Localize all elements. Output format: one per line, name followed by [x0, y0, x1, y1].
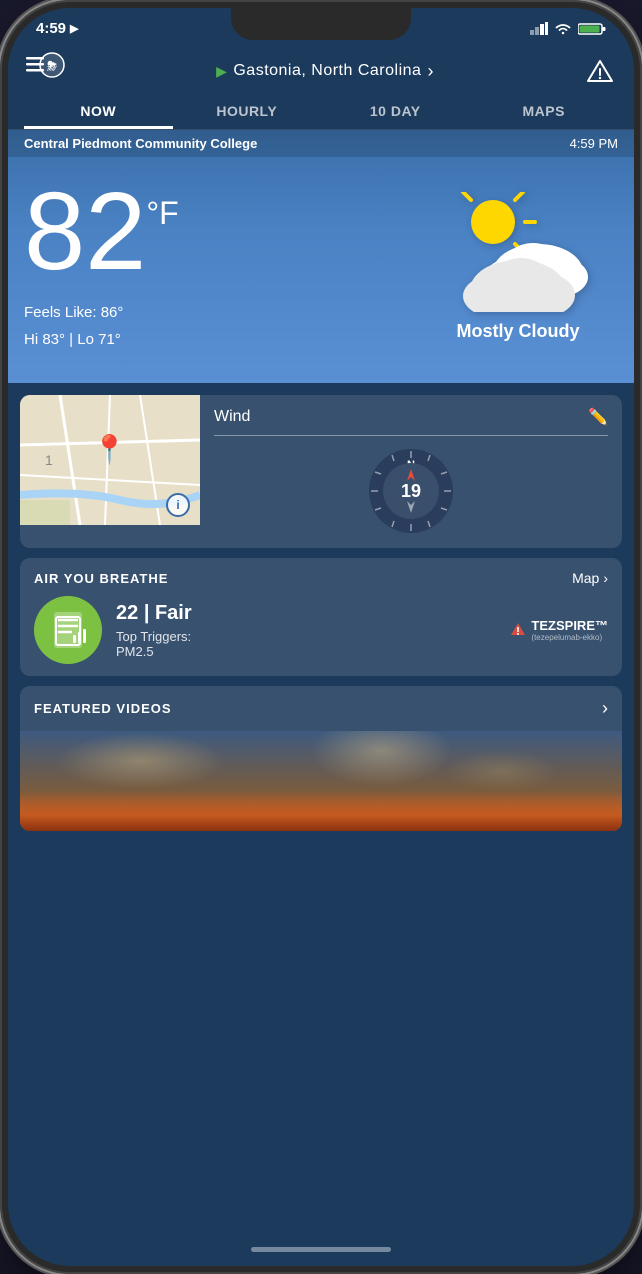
status-time-group: 4:59 ▶: [36, 20, 79, 37]
air-header: AIR YOU BREATHE Map ›: [34, 570, 608, 586]
signal-icon: [530, 22, 548, 35]
map-pin-icon: 📍: [92, 433, 127, 466]
videos-header: FEATURED VIDEOS ›: [20, 686, 622, 731]
phone-screen: 4:59 ▶: [8, 8, 634, 1266]
wind-card: 1 📍 i Wind ✏️: [20, 395, 622, 548]
tab-maps[interactable]: MAPS: [470, 93, 619, 129]
svg-text:19: 19: [401, 481, 421, 501]
air-icon-svg: [48, 610, 88, 650]
cards-section: 1 📍 i Wind ✏️: [8, 383, 634, 843]
app-header: ⛈ ▶ Gastonia, North Carolina ›: [8, 41, 634, 93]
phone-frame: 4:59 ▶: [0, 0, 642, 1274]
wind-divider: [214, 435, 608, 436]
station-time: 4:59 PM: [570, 136, 618, 151]
home-indicator: [251, 1247, 391, 1252]
tezspire-logo-icon: [509, 621, 527, 639]
air-map-chevron-icon: ›: [603, 570, 608, 586]
wifi-icon: [554, 22, 572, 36]
air-triggers-label: Top Triggers:: [116, 629, 495, 644]
svg-text:1: 1: [45, 452, 53, 468]
station-bar: Central Piedmont Community College 4:59 …: [8, 130, 634, 157]
videos-title: FEATURED VIDEOS: [34, 701, 172, 716]
weather-left: 82 °F Feels Like: 86° Hi 83° | Lo 71°: [24, 177, 418, 353]
station-name: Central Piedmont Community College: [24, 136, 257, 151]
location-arrow-icon: ▶: [216, 63, 227, 80]
air-quality-icon: [34, 596, 102, 664]
wind-label: Wind: [214, 408, 250, 426]
alert-triangle-icon: [586, 57, 614, 85]
air-value: 22 | Fair: [116, 602, 495, 625]
temperature-display: 82 °F: [24, 177, 418, 287]
compass-svg: N 19: [366, 446, 456, 536]
tab-10day[interactable]: 10 DAY: [321, 93, 470, 129]
air-triggers-value: PM2.5: [116, 644, 495, 659]
air-content: 22 | Fair Top Triggers: PM2.5: [34, 596, 608, 664]
sponsor-name: TEZSPIRE™: [531, 618, 608, 633]
tab-hourly[interactable]: HOURLY: [173, 93, 322, 129]
location-text: Gastonia, North Carolina: [233, 62, 421, 80]
app-logo[interactable]: ⛈: [24, 49, 68, 93]
svg-text:⛈: ⛈: [46, 59, 57, 73]
featured-videos-card[interactable]: FEATURED VIDEOS ›: [20, 686, 622, 831]
location-status-icon: ▶: [70, 22, 78, 35]
edit-icon[interactable]: ✏️: [588, 407, 608, 427]
sponsor-subtext: (tezepelumab-ekko): [531, 633, 608, 642]
weather-main: Central Piedmont Community College 4:59 …: [8, 130, 634, 383]
wind-info: Wind ✏️: [200, 395, 622, 548]
alert-button[interactable]: [582, 53, 618, 89]
header-location[interactable]: ▶ Gastonia, North Carolina ›: [216, 61, 434, 82]
weather-right: Mostly Cloudy: [418, 177, 618, 342]
condition-label: Mostly Cloudy: [456, 321, 579, 342]
compass-widget: N 19: [366, 446, 456, 536]
weather-icon: [438, 187, 598, 317]
weather-content: 82 °F Feels Like: 86° Hi 83° | Lo 71°: [8, 157, 634, 383]
hi-lo: Hi 83° | Lo 71°: [24, 326, 418, 353]
temperature-unit: °F: [146, 195, 178, 232]
video-sunset: [20, 791, 622, 831]
mostly-cloudy-icon: [443, 192, 593, 312]
status-icons: [530, 22, 606, 36]
air-title: AIR YOU BREATHE: [34, 571, 168, 586]
location-chevron-icon: ›: [427, 61, 434, 82]
nav-tabs: NOW HOURLY 10 DAY MAPS: [8, 93, 634, 130]
air-quality-card: AIR YOU BREATHE Map ›: [20, 558, 622, 676]
temperature-value: 82: [24, 177, 146, 287]
air-map-link[interactable]: Map ›: [572, 570, 608, 586]
weather-details: Feels Like: 86° Hi 83° | Lo 71°: [24, 299, 418, 353]
tab-now[interactable]: NOW: [24, 93, 173, 129]
wind-header: Wind ✏️: [214, 407, 608, 427]
map-info-button[interactable]: i: [166, 493, 190, 517]
tezspire-sponsor: TEZSPIRE™ (tezepelumab-ekko): [509, 618, 608, 642]
notch: [231, 8, 411, 40]
feels-like: Feels Like: 86°: [24, 299, 418, 326]
videos-thumbnail[interactable]: [20, 731, 622, 831]
videos-chevron-icon: ›: [602, 698, 608, 719]
status-time: 4:59: [36, 20, 66, 37]
battery-icon: [578, 22, 606, 36]
air-data: 22 | Fair Top Triggers: PM2.5: [116, 602, 495, 659]
wind-map-thumbnail[interactable]: 1 📍 i: [20, 395, 200, 525]
